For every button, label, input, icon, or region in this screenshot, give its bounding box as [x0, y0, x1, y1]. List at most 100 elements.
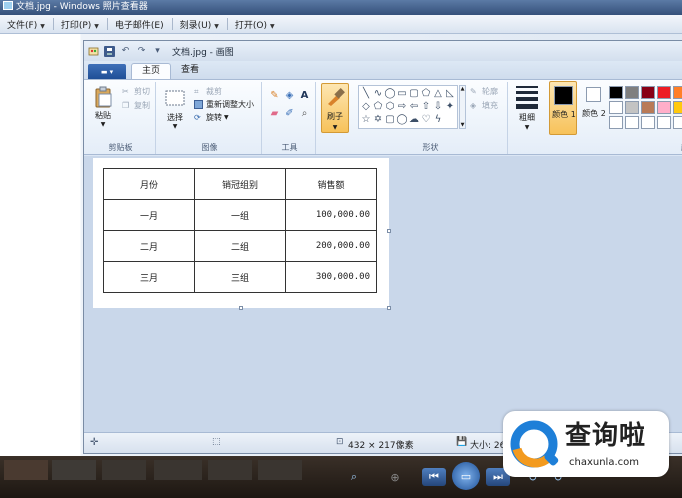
color-swatch[interactable] [673, 116, 682, 129]
color-swatch[interactable] [673, 101, 682, 114]
select-button[interactable]: 选择 ▼ [164, 88, 186, 130]
taskbar-app[interactable] [102, 460, 146, 480]
oval-shape-icon[interactable]: ◯ [384, 87, 396, 99]
resize-button[interactable]: 重新调整大小 [194, 99, 254, 110]
right-arrow-shape-icon[interactable]: ⇨ [396, 100, 408, 112]
chevron-down-icon: ▼ [172, 123, 178, 130]
fill-button[interactable]: ◈ 填充 [470, 100, 498, 111]
magnifier-icon[interactable]: ⌕ [297, 106, 312, 120]
color-swatch[interactable] [641, 86, 655, 99]
tab-view[interactable]: 查看 [171, 63, 209, 79]
color-swatch[interactable] [657, 86, 671, 99]
paste-button[interactable]: 粘贴 ▼ [92, 86, 114, 128]
five-point-star-shape-icon[interactable]: ☆ [360, 113, 372, 125]
cloud-callout-shape-icon[interactable]: ☁ [408, 113, 420, 125]
crop-button[interactable]: ⌗ 裁剪 [194, 86, 222, 97]
color-swatch[interactable] [657, 116, 671, 129]
hexagon-shape-icon[interactable]: ⬡ [384, 100, 396, 112]
color-swatch[interactable] [609, 116, 623, 129]
size-line-thin [516, 86, 538, 88]
copy-button[interactable]: ❐ 复制 [122, 100, 150, 111]
text-tool-icon[interactable]: A [297, 88, 312, 102]
clipboard-group-label: 剪贴板 [108, 143, 133, 152]
color-swatch[interactable] [641, 116, 655, 129]
resize-handle-right[interactable] [387, 229, 391, 233]
shapes-scroll[interactable]: ▲ ▼ [459, 85, 466, 129]
save-icon[interactable] [104, 45, 115, 57]
cut-button[interactable]: ✂ 剪切 [122, 86, 150, 97]
color-swatch[interactable] [625, 116, 639, 129]
pencil-icon[interactable]: ✎ [267, 88, 282, 102]
tools-group-label: 工具 [281, 143, 298, 152]
chevron-down-icon: ▼ [40, 22, 45, 30]
magnifier-logo-icon [510, 420, 559, 468]
taskbar-app[interactable] [258, 460, 302, 480]
fit-window-icon[interactable]: ⊕ [385, 468, 405, 486]
eraser-icon[interactable]: ▰ [267, 106, 282, 120]
four-point-star-shape-icon[interactable]: ✦ [444, 100, 456, 112]
color2-button[interactable]: 颜色 2 [581, 81, 607, 135]
viewer-title: 文档.jpg - Windows 照片查看器 [16, 2, 148, 12]
color-picker-icon[interactable]: ✐ [282, 106, 297, 120]
menu-file[interactable]: 文件(F) ▼ [0, 18, 53, 31]
taskbar-app[interactable] [208, 460, 252, 480]
taskbar-app[interactable] [4, 460, 48, 480]
watermark-text: 查询啦 [565, 421, 647, 451]
crop-icon: ⌗ [194, 87, 199, 96]
left-arrow-shape-icon[interactable]: ⇦ [408, 100, 420, 112]
oval-callout-shape-icon[interactable]: ◯ [396, 113, 408, 125]
menu-print[interactable]: 打印(P) ▼ [54, 18, 107, 31]
zoom-icon[interactable]: ⌕ [344, 468, 364, 486]
size-button[interactable]: 粗细 ▼ [512, 84, 542, 134]
menu-burn[interactable]: 刻录(U) ▼ [173, 18, 227, 31]
paint-menu-button[interactable]: ▬ ▾ [88, 64, 126, 79]
viewer-title-bar: 文档.jpg - Windows 照片查看器 [0, 0, 682, 15]
heart-shape-icon[interactable]: ♡ [420, 113, 432, 125]
rounded-callout-shape-icon[interactable]: ▢ [384, 113, 396, 125]
color-swatch[interactable] [609, 101, 623, 114]
color2-label: 颜色 2 [582, 109, 606, 118]
brushes-button[interactable]: 刷子 ▼ [321, 83, 349, 133]
pentagon-shape-icon[interactable]: ⬠ [372, 100, 384, 112]
slideshow-icon[interactable]: ▭ [452, 462, 480, 490]
rounded-rectangle-shape-icon[interactable]: ▢ [408, 87, 420, 99]
lightning-shape-icon[interactable]: ϟ [432, 113, 444, 125]
rectangle-shape-icon[interactable]: ▭ [396, 87, 408, 99]
redo-icon[interactable]: ↷ [136, 46, 147, 57]
customize-quick-access-icon[interactable]: ▾ [152, 46, 163, 57]
table-cell: 三月 [103, 261, 195, 293]
fill-bucket-icon[interactable]: ◈ [282, 88, 297, 102]
chevron-down-icon: ▼ [100, 121, 106, 128]
resize-handle-bottom[interactable] [239, 306, 243, 310]
taskbar-app[interactable] [154, 460, 202, 480]
color-swatch[interactable] [625, 86, 639, 99]
chevron-down-icon: ▼ [224, 114, 229, 121]
color1-button[interactable]: 颜色 1 [549, 81, 577, 135]
right-triangle-shape-icon[interactable]: ◺ [444, 87, 456, 99]
menu-open[interactable]: 打开(O) ▼ [228, 18, 283, 31]
tab-home[interactable]: 主页 [131, 63, 172, 79]
undo-icon[interactable]: ↶ [120, 46, 131, 57]
drawing-canvas[interactable]: 月份 销冠组别 销售额 一月 一组 100,000.00 二月 二组 200,0… [93, 158, 389, 308]
triangle-shape-icon[interactable]: △ [432, 87, 444, 99]
resize-handle-corner[interactable] [387, 306, 391, 310]
scroll-down-icon: ▼ [460, 122, 465, 128]
outline-button[interactable]: ✎ 轮廓 [470, 86, 498, 97]
up-arrow-shape-icon[interactable]: ⇧ [420, 100, 432, 112]
color-swatch[interactable] [625, 101, 639, 114]
polygon-shape-icon[interactable]: ⬠ [420, 87, 432, 99]
taskbar-app[interactable] [52, 460, 96, 480]
rotate-button[interactable]: ⟳ 旋转 ▼ [194, 112, 229, 123]
color-swatch[interactable] [673, 86, 682, 99]
down-arrow-shape-icon[interactable]: ⇩ [432, 100, 444, 112]
line-shape-icon[interactable]: ╲ [360, 87, 372, 99]
diamond-shape-icon[interactable]: ◇ [360, 100, 372, 112]
fill-icon: ◈ [470, 101, 477, 110]
color-swatch[interactable] [609, 86, 623, 99]
color-swatch[interactable] [657, 101, 671, 114]
menu-email[interactable]: 电子邮件(E) [108, 18, 172, 31]
previous-icon[interactable]: ⏮ [422, 468, 446, 486]
six-point-star-shape-icon[interactable]: ✡ [372, 113, 384, 125]
color-swatch[interactable] [641, 101, 655, 114]
curve-shape-icon[interactable]: ∿ [372, 87, 384, 99]
